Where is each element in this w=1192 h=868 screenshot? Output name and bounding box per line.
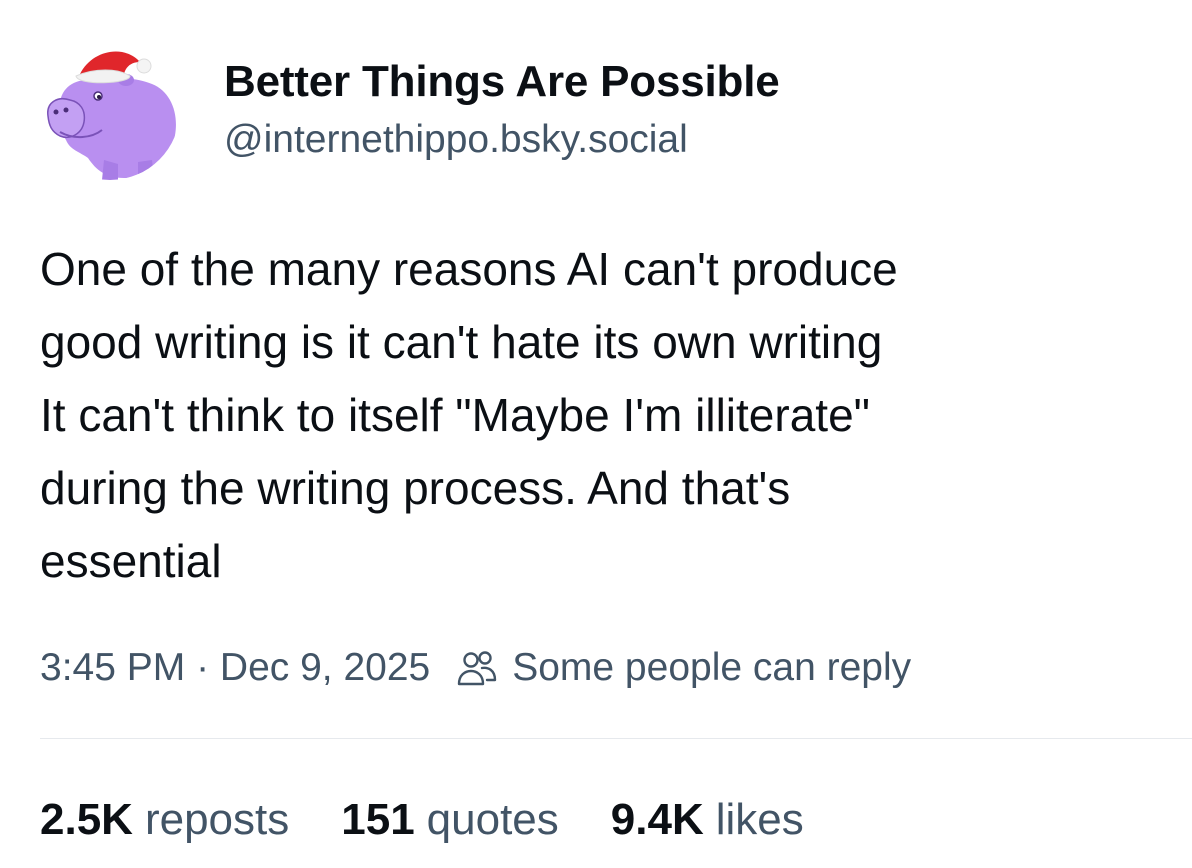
likes-count: 9.4K [610, 795, 704, 844]
post-body: One of the many reasons AI can't produce… [40, 233, 1190, 598]
post-thread-item: Better Things Are Possible @internethipp… [0, 0, 1192, 868]
post-text-line: during the writing process. And that's [40, 462, 791, 514]
likes-stat[interactable]: 9.4K likes [611, 792, 804, 848]
author-display-name[interactable]: Better Things Are Possible [224, 54, 780, 110]
post-text-line: One of the many reasons AI can't produce [40, 243, 898, 295]
post-text-line: good writing is it can't hate its own wr… [40, 316, 883, 368]
post-text-line: essential [40, 535, 222, 587]
quotes-label: quotes [426, 795, 559, 844]
hippo-avatar-icon [40, 40, 180, 180]
reply-settings[interactable]: Some people can reply [456, 640, 911, 696]
author-handle[interactable]: @internethippo.bsky.social [224, 114, 780, 166]
avatar[interactable] [40, 40, 180, 180]
post-meta: 3:45 PM · Dec 9, 2025 Some people can re… [40, 640, 911, 696]
reposts-count: 2.5K [40, 795, 133, 844]
quotes-count: 151 [341, 795, 415, 844]
engagement-stats: 2.5K reposts 151 quotes 9.4K likes [40, 792, 856, 848]
quotes-stat[interactable]: 151 quotes [341, 792, 559, 848]
author-info: Better Things Are Possible @internethipp… [224, 54, 780, 166]
people-icon [458, 651, 497, 686]
post-text-line: It can't think to itself "Maybe I'm illi… [40, 389, 870, 441]
likes-label: likes [715, 795, 804, 844]
divider [40, 738, 1192, 739]
post-header: Better Things Are Possible @internethipp… [40, 40, 780, 190]
reposts-stat[interactable]: 2.5K reposts [40, 792, 289, 848]
post-timestamp[interactable]: 3:45 PM · Dec 9, 2025 [40, 640, 430, 696]
reply-settings-label: Some people can reply [512, 646, 912, 689]
reposts-label: reposts [144, 795, 290, 844]
